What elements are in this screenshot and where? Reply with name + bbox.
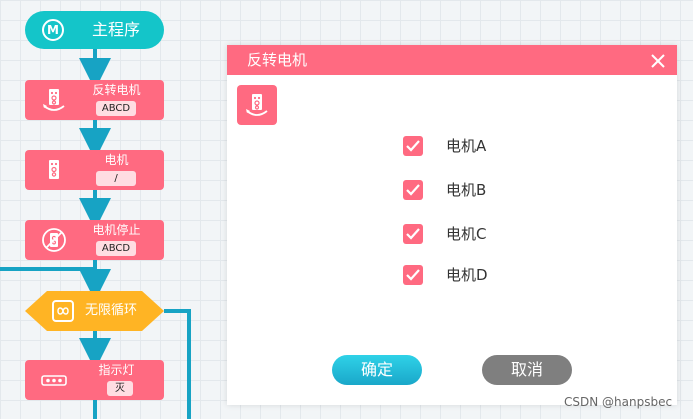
checkbox-motor-a[interactable]: [403, 136, 423, 156]
motor-stop-block[interactable]: 电机停止 ABCD: [25, 220, 164, 260]
option-motor-b[interactable]: 电机B: [403, 180, 543, 200]
option-label: 电机C: [446, 225, 487, 243]
main-program-label: 主程序: [92, 20, 141, 39]
option-motor-d[interactable]: 电机D: [403, 265, 543, 285]
block-param[interactable]: ABCD: [96, 101, 136, 116]
indicator-light-icon: [41, 367, 67, 393]
main-program-icon: M: [42, 19, 64, 41]
option-label: 电机B: [446, 181, 487, 199]
motor-reverse-icon: [237, 85, 277, 125]
checkbox-motor-c[interactable]: [403, 224, 423, 244]
loop-label: 无限循环: [85, 303, 138, 318]
close-icon[interactable]: [651, 53, 665, 68]
checkbox-motor-d[interactable]: [403, 265, 423, 285]
confirm-button[interactable]: 确定: [332, 355, 422, 385]
option-label: 电机A: [446, 137, 487, 155]
reverse-motor-dialog: 反转电机 电机A 电机B 电机C 电机D 确定 取消: [227, 45, 677, 405]
main-program-block[interactable]: M 主程序: [25, 11, 164, 49]
option-label: 电机D: [446, 266, 488, 284]
cancel-button[interactable]: 取消: [482, 355, 572, 385]
motor-block[interactable]: 电机 /: [25, 150, 164, 190]
loop-icon: [52, 300, 74, 322]
checkbox-motor-b[interactable]: [403, 180, 423, 200]
watermark: CSDN @hanpsbec: [564, 395, 673, 409]
option-motor-a[interactable]: 电机A: [403, 136, 543, 156]
motor-reverse-icon: [41, 87, 67, 113]
block-title: 指示灯: [98, 363, 135, 377]
block-param[interactable]: /: [96, 171, 136, 186]
block-title: 反转电机: [92, 83, 141, 97]
indicator-light-block[interactable]: 指示灯 灭: [25, 360, 164, 400]
block-title: 电机停止: [92, 223, 141, 237]
motor-icon: [41, 157, 67, 183]
infinite-loop-block[interactable]: 无限循环: [25, 291, 164, 331]
block-param[interactable]: 灭: [107, 381, 133, 396]
dialog-header: 反转电机: [227, 45, 677, 75]
block-title: 电机: [104, 153, 129, 167]
reverse-motor-block[interactable]: 反转电机 ABCD: [25, 80, 164, 120]
option-motor-c[interactable]: 电机C: [403, 224, 543, 244]
dialog-title: 反转电机: [247, 51, 308, 69]
block-param[interactable]: ABCD: [96, 241, 136, 256]
motor-stop-icon: [41, 227, 67, 253]
